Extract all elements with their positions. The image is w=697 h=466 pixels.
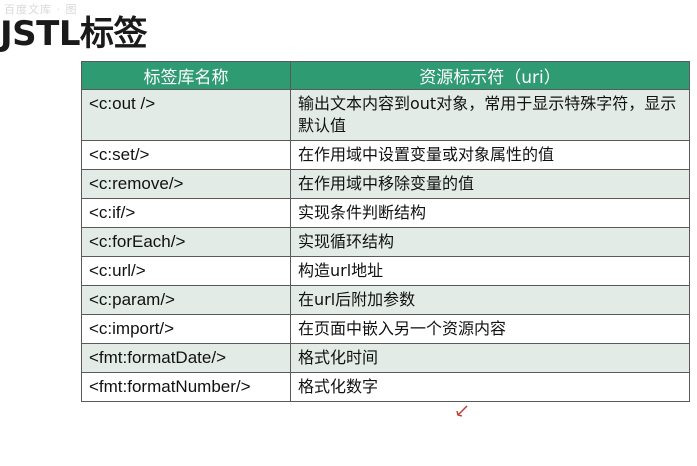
header-tag-name: 标签库名称 <box>81 61 291 90</box>
tag-name-cell: <fmt:formatNumber/> <box>81 372 291 402</box>
table-row: <c:out /> 输出文本内容到out对象，常用于显示特殊字符，显示默认值 <box>81 89 690 141</box>
table-row: <fmt:formatNumber/> 格式化数字 <box>81 372 690 402</box>
tag-desc-cell: 构造url地址 <box>290 256 690 286</box>
tag-name-cell: <c:url/> <box>81 256 291 286</box>
tag-name-cell: <fmt:formatDate/> <box>81 343 291 373</box>
tag-name-cell: <c:if/> <box>81 198 291 228</box>
tag-desc-cell: 在作用域中设置变量或对象属性的值 <box>290 140 690 170</box>
tag-desc-cell: 格式化数字 <box>290 372 690 402</box>
table-header-row: 标签库名称 资源标示符（uri） <box>81 61 690 90</box>
table-row: <fmt:formatDate/> 格式化时间 <box>81 343 690 373</box>
tag-desc-cell: 格式化时间 <box>290 343 690 373</box>
tag-desc-cell: 实现条件判断结构 <box>290 198 690 228</box>
tag-desc-cell: 输出文本内容到out对象，常用于显示特殊字符，显示默认值 <box>290 89 690 141</box>
tag-name-cell: <c:out /> <box>81 89 291 141</box>
tag-desc-cell: 在页面中嵌入另一个资源内容 <box>290 314 690 344</box>
table-row: <c:import/> 在页面中嵌入另一个资源内容 <box>81 314 690 344</box>
table-row: <c:remove/> 在作用域中移除变量的值 <box>81 169 690 199</box>
tag-name-cell: <c:forEach/> <box>81 227 291 257</box>
jstl-tag-table: 标签库名称 资源标示符（uri） <c:out /> 输出文本内容到out对象，… <box>81 61 690 402</box>
tag-name-cell: <c:param/> <box>81 285 291 315</box>
tag-desc-cell: 实现循环结构 <box>290 227 690 257</box>
tag-desc-cell: 在作用域中移除变量的值 <box>290 169 690 199</box>
table-row: <c:forEach/> 实现循环结构 <box>81 227 690 257</box>
slide-title: JSTL标签 <box>0 14 148 54</box>
tag-name-cell: <c:remove/> <box>81 169 291 199</box>
table-row: <c:if/> 实现条件判断结构 <box>81 198 690 228</box>
pen-cursor-icon <box>456 405 468 417</box>
table-row: <c:set/> 在作用域中设置变量或对象属性的值 <box>81 140 690 170</box>
header-uri: 资源标示符（uri） <box>290 61 690 90</box>
tag-name-cell: <c:import/> <box>81 314 291 344</box>
tag-desc-cell: 在url后附加参数 <box>290 285 690 315</box>
table-row: <c:url/> 构造url地址 <box>81 256 690 286</box>
table-row: <c:param/> 在url后附加参数 <box>81 285 690 315</box>
tag-name-cell: <c:set/> <box>81 140 291 170</box>
